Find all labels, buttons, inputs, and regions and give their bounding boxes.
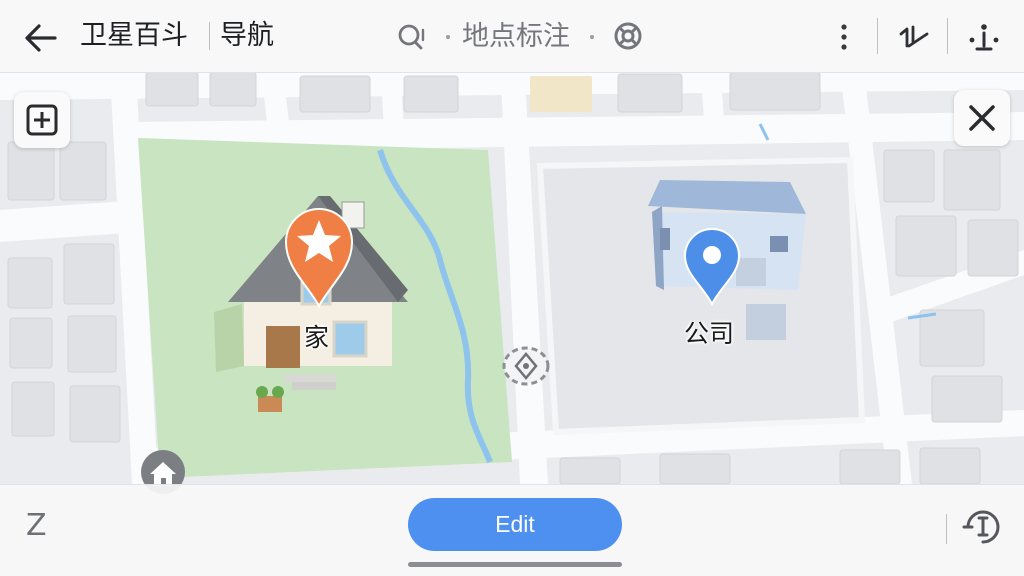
add-button[interactable]: [14, 92, 70, 148]
app-subtitle[interactable]: 导航: [220, 18, 274, 54]
compass-icon[interactable]: [500, 344, 552, 388]
separator-dot: [446, 35, 450, 39]
home-indicator: [408, 562, 622, 567]
location-pin-icon: [703, 246, 721, 264]
work-marker-pin[interactable]: [683, 228, 741, 306]
plus-square-icon: [26, 104, 58, 136]
toolbar-divider: [947, 18, 948, 54]
top-app-bar: 卫星百斗 导航 地点标注: [0, 0, 1024, 73]
location-info-icon[interactable]: [966, 20, 1002, 54]
work-marker-label[interactable]: 公司: [684, 314, 734, 350]
close-button[interactable]: [954, 90, 1010, 146]
search-chat-icon[interactable]: [396, 22, 430, 52]
app-title: 卫星百斗: [80, 20, 188, 51]
close-icon: [969, 105, 995, 131]
title-divider: [209, 22, 210, 50]
zoom-label[interactable]: Z: [26, 506, 47, 546]
map-pin-label[interactable]: 地点标注: [462, 20, 570, 54]
arrow-left-icon[interactable]: [22, 20, 60, 56]
bottom-divider: [946, 514, 947, 544]
lifebuoy-icon[interactable]: [612, 20, 644, 52]
map-screen: 家 公司 卫星百斗 导航 地点标注 Z Edit: [0, 0, 1024, 576]
toolbar-divider: [877, 18, 878, 54]
route-measure-icon[interactable]: [896, 20, 932, 54]
home-marker-label[interactable]: 家: [304, 318, 329, 354]
timer-info-icon[interactable]: [962, 506, 1004, 548]
edit-button[interactable]: Edit: [408, 498, 622, 551]
separator-dot: [590, 35, 594, 39]
home-marker-pin[interactable]: [284, 206, 354, 310]
more-vertical-icon[interactable]: [834, 22, 854, 52]
